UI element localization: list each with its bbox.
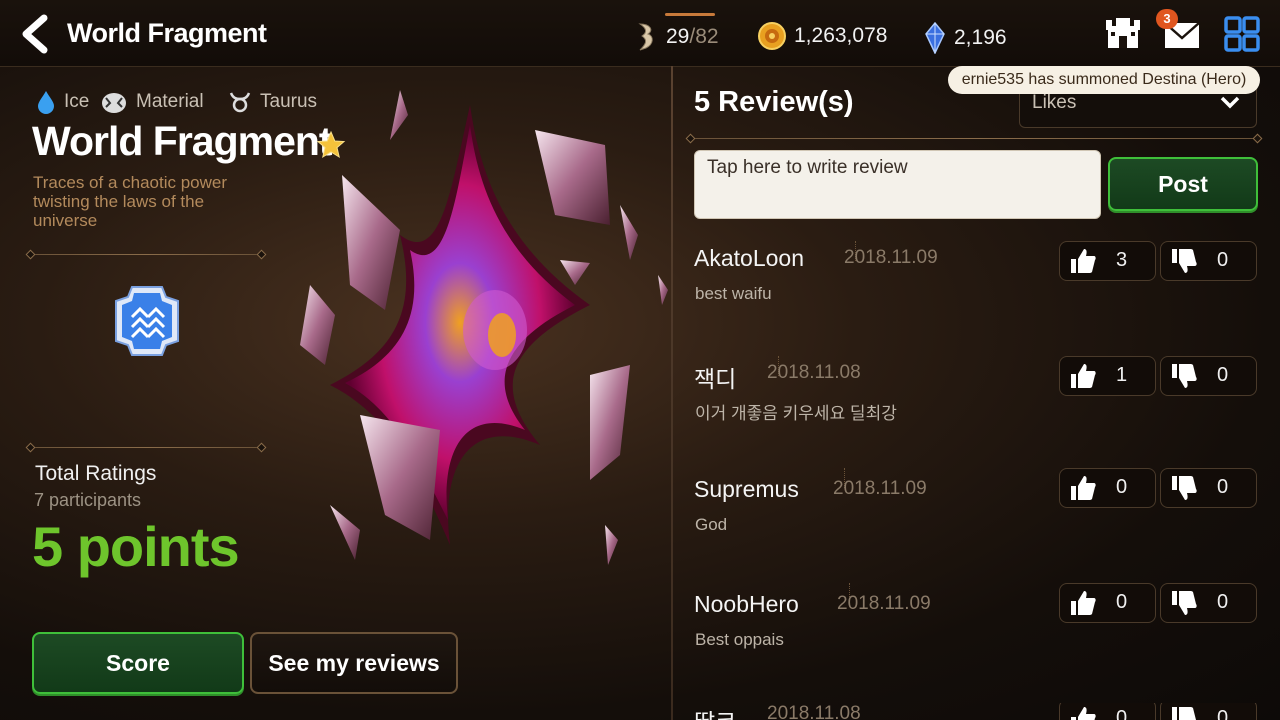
stamina-current: 29 — [666, 25, 690, 48]
divider — [30, 254, 262, 255]
dislike-count: 0 — [1217, 364, 1229, 386]
review-input-placeholder: Tap here to write review — [707, 157, 908, 178]
stamina-icon — [638, 23, 653, 51]
review-date: 2018.11.09 — [837, 593, 931, 614]
see-my-reviews-button[interactable]: See my reviews — [250, 632, 458, 694]
sort-dropdown-value: Likes — [1032, 92, 1077, 113]
like-button[interactable]: 0 — [1059, 703, 1156, 720]
reviewer-name: AkatoLoon — [694, 245, 804, 271]
chevron-down-icon — [1220, 96, 1240, 109]
chevron-left-icon — [22, 14, 48, 54]
castle-icon — [1106, 18, 1140, 48]
review-text: Best oppais — [695, 630, 784, 649]
thumbs-down-icon — [1172, 476, 1197, 500]
participants-count: 7 participants — [34, 490, 142, 510]
thumbs-down-icon — [1172, 707, 1196, 720]
thumbs-up-icon — [1071, 364, 1096, 388]
gold-amount: 1,263,078 — [794, 24, 888, 47]
thumbs-up-icon — [1071, 591, 1096, 615]
reviewer-name: 잭디 — [694, 366, 737, 392]
thumbs-up-icon — [1071, 249, 1096, 273]
post-button[interactable]: Post — [1108, 157, 1258, 211]
artifact-illustration — [300, 90, 668, 565]
class-icon — [115, 286, 179, 356]
review-input[interactable]: Tap here to write review — [694, 150, 1101, 219]
review-item: NoobHero 2018.11.09 Best oppais 0 0 — [694, 583, 1260, 671]
grid-menu-icon — [1224, 16, 1260, 52]
reviewer-name: Supremus — [694, 476, 799, 502]
thumbs-down-icon — [1172, 364, 1197, 388]
dislike-button[interactable]: 0 — [1160, 468, 1257, 508]
dislike-button[interactable]: 0 — [1160, 356, 1257, 396]
review-item: 잭디 2018.11.08 이거 개좋음 키우세요 딜최강 1 0 — [694, 356, 1260, 440]
like-count: 0 — [1116, 591, 1128, 613]
back-button[interactable] — [18, 14, 54, 54]
thumbs-down-icon — [1172, 591, 1197, 615]
review-text: God — [695, 515, 728, 534]
like-button[interactable]: 3 — [1059, 241, 1156, 281]
dislike-button[interactable]: 0 — [1160, 241, 1257, 281]
summon-notification: ernie535 has summoned Destina (Hero) — [948, 66, 1260, 94]
review-date: 2018.11.08 — [767, 362, 861, 383]
taurus-icon — [229, 92, 251, 113]
like-button[interactable]: 1 — [1059, 356, 1156, 396]
divider — [690, 138, 1258, 139]
review-date: 2018.11.09 — [833, 478, 927, 499]
attribute-type: Material — [100, 90, 204, 114]
page-title: World Fragment — [67, 18, 267, 48]
gold-display[interactable]: 1,263,078 — [758, 22, 887, 50]
skystone-icon — [925, 22, 945, 54]
thumbs-up-icon — [1071, 476, 1096, 500]
thumbs-down-icon — [1172, 249, 1197, 273]
dislike-count: 0 — [1217, 707, 1229, 720]
menu-button[interactable] — [1224, 16, 1260, 57]
reviewer-name: 딸코 — [694, 703, 736, 720]
stamina-display[interactable]: 29/82 — [634, 22, 719, 52]
like-count: 1 — [1116, 364, 1128, 386]
like-count: 0 — [1116, 707, 1128, 720]
ice-drop-icon — [38, 91, 54, 114]
score-button[interactable]: Score — [32, 632, 244, 694]
divider — [30, 447, 262, 448]
review-text: 이거 개좋음 키우세요 딜최강 — [695, 404, 897, 423]
material-icon — [102, 93, 126, 113]
dislike-button[interactable]: 0 — [1160, 583, 1257, 623]
review-item: Supremus 2018.11.09 God 0 0 — [694, 468, 1260, 556]
skystone-amount: 2,196 — [954, 26, 1007, 49]
review-date: 2018.11.08 — [767, 703, 861, 720]
guild-button[interactable] — [1104, 16, 1142, 57]
review-item: AkatoLoon 2018.11.09 best waifu 3 0 — [694, 241, 1260, 325]
gold-coin-icon — [758, 22, 786, 50]
thumbs-up-icon — [1071, 707, 1096, 720]
panel-divider — [671, 66, 673, 720]
hero-name: World Fragment — [32, 118, 333, 164]
dislike-count: 0 — [1217, 249, 1229, 271]
mail-badge: 3 — [1156, 9, 1178, 29]
skystone-display[interactable]: 2,196 — [924, 22, 1007, 54]
type-label: Material — [136, 91, 204, 112]
like-button[interactable]: 0 — [1059, 583, 1156, 623]
rating-points: 5 points — [32, 515, 240, 578]
dislike-count: 0 — [1217, 591, 1229, 613]
top-bar: World Fragment 29/82 1,263,078 2,196 3 — [0, 0, 1280, 67]
dislike-button[interactable]: 0 — [1160, 703, 1257, 720]
stamina-bar — [665, 13, 715, 16]
like-count: 0 — [1116, 476, 1128, 498]
element-label: Ice — [64, 91, 90, 112]
hero-description: Traces of a chaotic power twisting the l… — [33, 173, 228, 230]
attribute-element: Ice — [36, 90, 89, 114]
like-count: 3 — [1116, 249, 1128, 271]
review-item: 딸코 2018.11.08 0 0 — [694, 703, 1260, 720]
review-date: 2018.11.09 — [844, 247, 938, 268]
total-ratings-label: Total Ratings — [35, 462, 157, 485]
reviewer-name: NoobHero — [694, 591, 799, 617]
like-button[interactable]: 0 — [1059, 468, 1156, 508]
dislike-count: 0 — [1217, 476, 1229, 498]
stamina-max: /82 — [689, 25, 719, 48]
reviews-count-title: 5 Review(s) — [694, 86, 854, 118]
review-text: best waifu — [695, 284, 772, 303]
